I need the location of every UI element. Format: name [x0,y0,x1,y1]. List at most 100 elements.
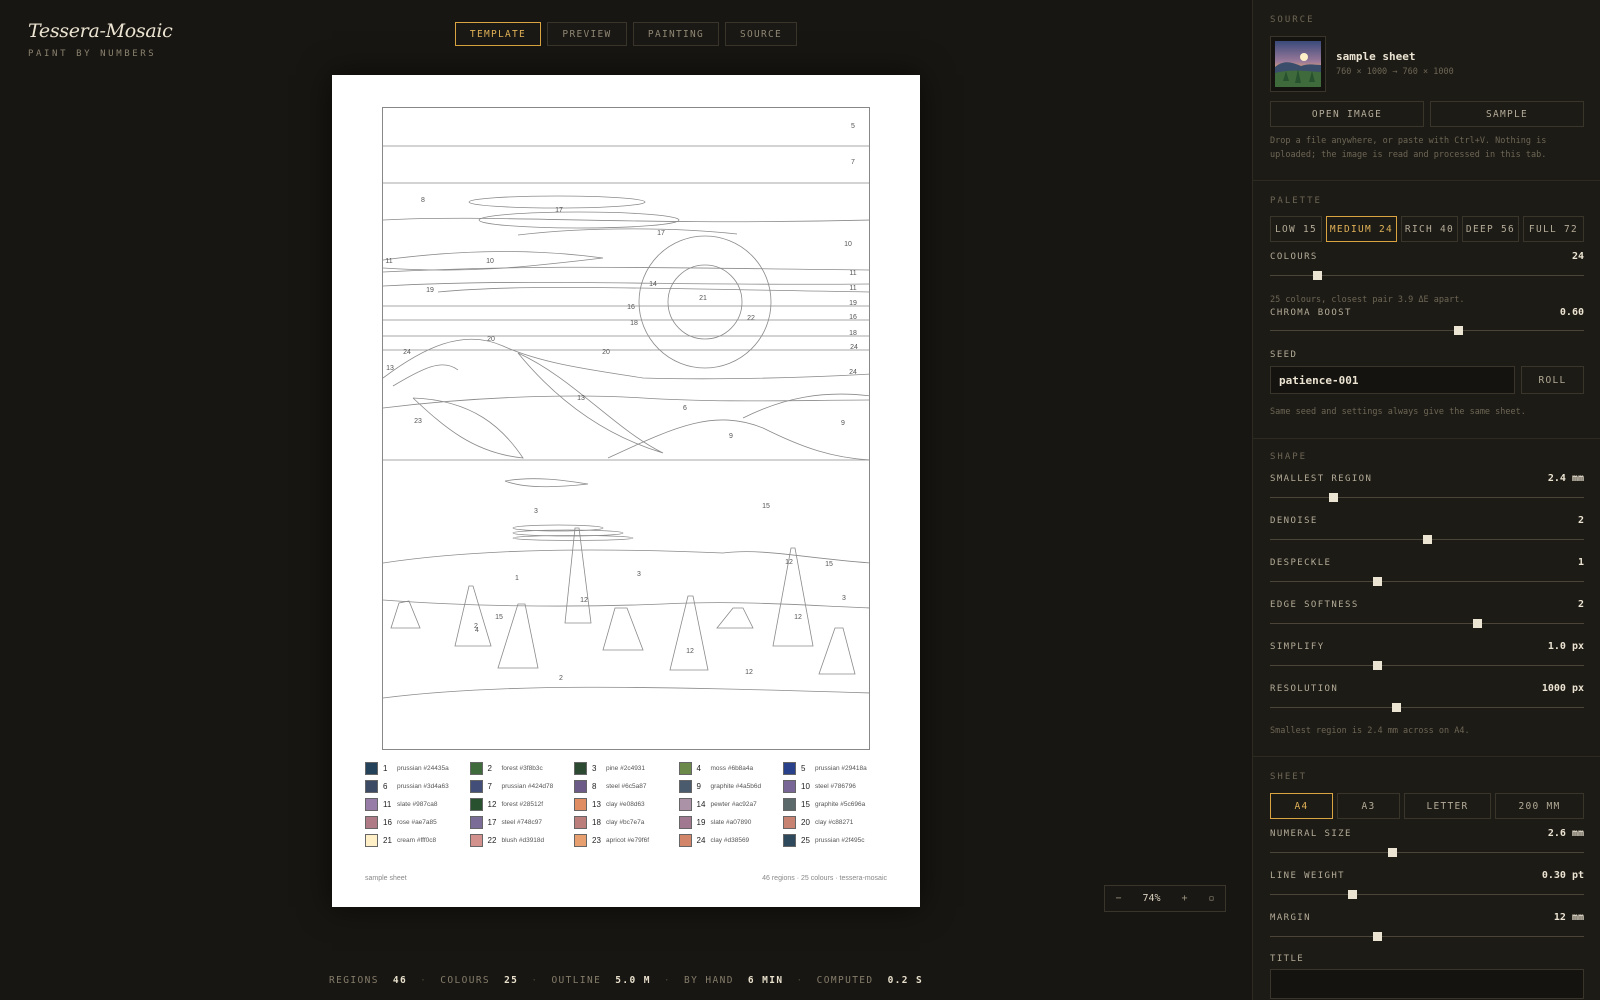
legend-swatch [469,815,483,829]
stat-colours-value: 25 [504,975,519,986]
legend-number: 2 [487,763,492,773]
legend-number: 18 [592,817,601,827]
sheet-size-200mm-button[interactable]: 200 MM [1495,793,1584,819]
region-number: 9 [729,433,733,440]
legend-item: 1 prussian #24435a [365,761,470,775]
sheet-size-a3-button[interactable]: A3 [1337,793,1400,819]
sheet-line-weight-label: LINE WEIGHT [1270,871,1346,881]
zoom-fit-button[interactable]: ▫ [1208,893,1214,904]
region-number: 22 [747,315,755,322]
sheet-section: SHEET A4 A3 LETTER 200 MM TITLE NUMERAL … [1270,0,1584,1000]
legend-number: 22 [487,835,497,845]
region-number: 18 [630,320,638,327]
region-number: 3 [842,595,846,602]
tab-template[interactable]: TEMPLATE [455,22,541,46]
legend-item: 6 prussian #3d4a63 [365,779,470,793]
title-input[interactable] [1270,969,1584,999]
legend-number: 6 [383,781,388,791]
sheet-size-a4-button[interactable]: A4 [1270,793,1333,819]
stat-regions-value: 46 [392,975,408,986]
legend-label: moss #6b8a4a [710,764,754,772]
legend-number: 14 [696,799,706,809]
zoom-in-button[interactable]: + [1181,893,1187,904]
title-label: TITLE [1270,954,1305,964]
legend-number: 17 [487,817,497,827]
region-number: 12 [580,597,588,604]
stat-computed-value: 0.2 S [887,975,924,986]
legend-number: 23 [592,835,601,845]
legend-number: 4 [696,763,701,773]
legend-number: 11 [383,799,392,809]
sheet-footer: sample sheet 46 regions · 25 colours · t… [365,875,887,882]
legend-label: cream #fff0c8 [397,836,437,844]
legend-item: 14 pewter #ac92a7 [678,797,784,811]
stat-colours-label: COLOURS [440,975,491,986]
legend-item: 13 clay #e08d63 [574,797,679,811]
legend-label: prussian #3d4a63 [397,782,449,790]
sheet-numeral-size-slider-handle[interactable] [1388,848,1398,857]
zoom-out-button[interactable]: − [1115,893,1121,904]
region-number: 19 [426,287,434,294]
region-number: 23 [414,418,422,425]
region-number: 12 [745,669,753,676]
legend-swatch [783,779,796,793]
region-number: 12 [785,559,793,566]
stats-bar: REGIONS 46 · COLOURS 25 · OUTLINE 5.0 M · B… [329,975,924,986]
legend-label: steel #786796 [815,782,856,790]
region-number: 17 [657,230,665,237]
legend-item: 2 forest #3f8b3c [469,761,575,775]
legend-swatch [783,833,796,847]
sheet-line-weight-slider-handle[interactable] [1347,890,1357,899]
region-number: 5 [851,123,855,130]
region-number: 3 [637,571,641,578]
brand: Tessera-Mosaic PAINT BY NUMBERS [28,20,173,59]
legend-item: 19 slate #a07890 [678,815,784,829]
legend-swatch [469,779,483,793]
legend-label: slate #987ca8 [397,800,438,808]
legend-swatch [678,833,692,847]
legend-number: 9 [696,781,701,791]
region-number: 11 [849,285,856,292]
legend-label: clay #bc7e7a [606,818,645,826]
legend-label: steel #6c5a87 [606,782,647,790]
legend-swatch [574,797,587,811]
stat-byhand-value: 6 MIN [747,975,784,986]
tab-source[interactable]: SOURCE [725,22,797,46]
legend-label: forest #28512f [501,800,544,808]
legend-label: clay #e08d63 [606,800,645,808]
legend-number: 12 [487,799,497,809]
legend-swatch [678,815,692,829]
legend-item: 18 clay #bc7e7a [574,815,679,829]
region-number: 16 [627,304,635,311]
view-tabs: TEMPLATE PREVIEW PAINTING SOURCE [455,22,797,46]
sheet-margin-slider-handle[interactable] [1372,932,1382,941]
legend-label: graphite #5c696a [815,800,866,808]
legend-item: 25 prussian #2f495c [783,833,888,847]
region-number: 15 [762,503,770,510]
sheet-line-weight-slider[interactable] [1270,890,1584,899]
region-number: 15 [825,561,833,568]
legend-swatch [574,779,587,793]
sheet-footer-summary: 46 regions · 25 colours · tessera-mosaic [762,875,887,882]
legend-number: 24 [696,835,706,845]
legend-swatch [469,797,483,811]
legend-label: steel #748c97 [501,818,542,826]
sheet-size-letter-button[interactable]: LETTER [1404,793,1491,819]
region-number: 17 [555,207,563,214]
legend-number: 25 [801,835,810,845]
tab-painting[interactable]: PAINTING [633,22,719,46]
sheet-numeral-size-slider[interactable] [1270,848,1584,857]
legend-label: forest #3f8b3c [501,764,543,772]
legend-item: 22 blush #d3918d [469,833,575,847]
region-number: 10 [486,258,494,265]
legend-item: 10 steel #786796 [783,779,888,793]
legend-swatch [365,761,378,775]
region-number: 11 [849,270,856,277]
zoom-control: − 74% + ▫ [1104,885,1226,912]
sheet-margin-slider[interactable] [1270,932,1584,941]
legend-number: 19 [696,817,706,827]
legend-item: 20 clay #c88271 [783,815,888,829]
tab-preview[interactable]: PREVIEW [547,22,627,46]
region-number: 12 [794,614,802,621]
legend-swatch [469,761,483,775]
